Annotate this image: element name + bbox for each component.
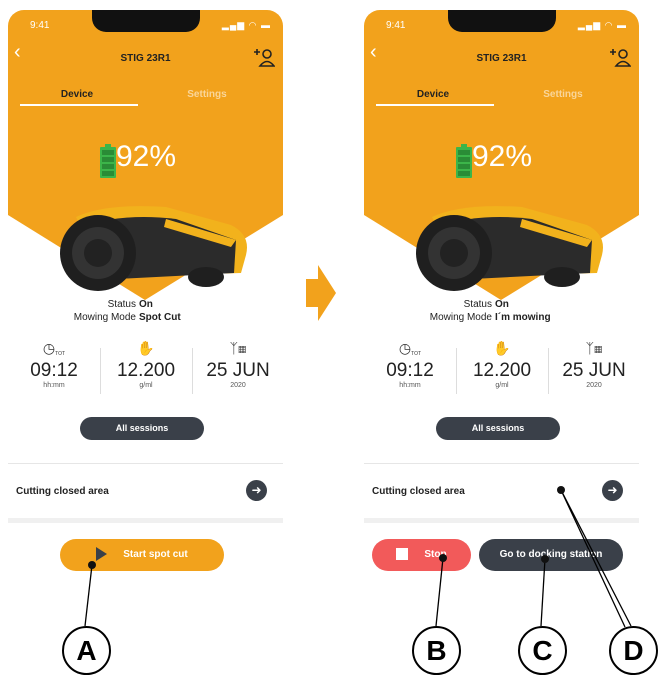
callout-b: B xyxy=(412,626,461,675)
callout-d: D xyxy=(609,626,658,675)
callout-lines xyxy=(84,486,632,628)
callout-c: C xyxy=(518,626,567,675)
callout-a: A xyxy=(62,626,111,675)
